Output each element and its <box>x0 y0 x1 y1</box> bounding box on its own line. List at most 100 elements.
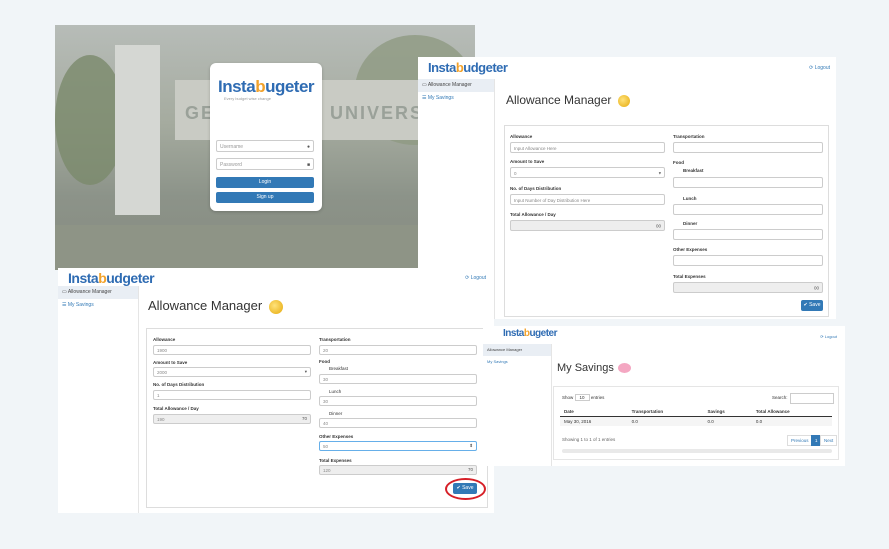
lunch-input[interactable]: 30 <box>319 396 477 406</box>
lunch-value: 30 <box>323 399 329 404</box>
transportation-input[interactable] <box>673 142 823 153</box>
username-placeholder: Username <box>220 144 244 150</box>
header-logo: Instabudgeter <box>68 270 155 286</box>
dinner-label: Dinner <box>329 411 343 416</box>
allowance-manager-filled-screenshot: Instabudgeter ⟳ Logout ▭ Allowance Manag… <box>58 268 494 513</box>
total-allowance-day-label: Total Allowance / Day <box>153 406 199 411</box>
table-info: Showing 1 to 1 of 1 entries <box>562 437 616 442</box>
password-placeholder: Password <box>220 162 242 168</box>
card-icon: ▭ <box>422 82 427 88</box>
savings-table-card: Show 10 entries Search: Date Transportat… <box>553 386 839 460</box>
amount-to-save-select[interactable]: 0 ▾ <box>510 167 665 178</box>
sidebar-item-my-savings[interactable]: ☰ My Savings <box>58 299 138 312</box>
login-card: Instabugeter Every budget wise change Us… <box>210 63 322 211</box>
dinner-label: Dinner <box>683 221 698 226</box>
header-logo: Instabugeter <box>503 328 558 339</box>
horizontal-scrollbar[interactable] <box>562 449 832 453</box>
allowance-form-card: Allowance Input Allowance Here Amount to… <box>504 125 829 317</box>
column-header-total-allowance[interactable]: Total Allowance <box>751 407 832 417</box>
days-distribution-label: No. of Days Distribution <box>153 382 205 387</box>
breakfast-label: Breakfast <box>683 168 704 173</box>
dinner-input[interactable]: 40 <box>319 418 477 428</box>
header-logo: Instabudgeter <box>428 60 508 75</box>
sidebar-item-allowance-manager[interactable]: ▭ Allowance Manager <box>58 286 138 299</box>
lunch-label: Lunch <box>683 196 697 201</box>
previous-page-button[interactable]: Previous <box>787 435 813 446</box>
dropdown-icon: ▾ <box>304 369 307 374</box>
total-allowance-day-field: 190 70 <box>153 414 311 424</box>
total-expenses-value: 120 <box>323 468 331 473</box>
logout-link[interactable]: ⟳ Logout <box>820 334 837 339</box>
my-savings-screenshot: Instabugeter ⟳ Logout Allowance Manager … <box>483 326 845 466</box>
allowance-label: Allowance <box>153 337 176 342</box>
piggy-bank-icon <box>617 363 631 374</box>
breakfast-input[interactable]: 30 <box>319 374 477 384</box>
breakfast-label: Breakfast <box>329 366 349 371</box>
total-allowance-day-value: 00 <box>655 223 661 228</box>
user-icon: ● <box>306 144 310 150</box>
other-expenses-input[interactable] <box>673 255 823 266</box>
column-header-transportation[interactable]: Transportation <box>627 407 704 417</box>
dinner-value: 40 <box>323 421 329 426</box>
sidebar-item-my-savings[interactable]: My Savings <box>483 356 551 368</box>
table-cell: 0.0 <box>751 416 832 426</box>
sidebar-item-label: Allowance Manager <box>487 347 523 352</box>
sidebar-item-allowance-manager[interactable]: Allowance Manager <box>483 344 551 356</box>
other-expenses-label: Other Expenses <box>673 247 708 252</box>
page-title-text: Allowance Manager <box>506 93 612 107</box>
amount-to-save-label: Amount to Save <box>153 360 188 365</box>
sidebar-item-label: Allowance Manager <box>67 289 112 295</box>
entries-label: entries <box>590 395 605 400</box>
logout-link[interactable]: ⟳ Logout <box>809 65 830 71</box>
transportation-value: 20 <box>323 348 329 353</box>
days-distribution-input[interactable]: 1 <box>153 390 311 400</box>
allowance-placeholder: Input Allowance Here <box>514 146 557 151</box>
coins-icon <box>617 94 630 107</box>
password-input[interactable]: Password ■ <box>216 158 314 170</box>
column-header-savings[interactable]: Savings <box>703 407 752 417</box>
breakfast-input[interactable] <box>673 177 823 188</box>
save-button[interactable]: ✔ Save <box>801 300 823 311</box>
amount-to-save-select[interactable]: 2000 ▾ <box>153 367 311 377</box>
search-input[interactable] <box>790 393 834 404</box>
lock-icon: ■ <box>306 162 310 168</box>
ground <box>55 225 475 270</box>
allowance-value: 1900 <box>157 348 168 353</box>
signup-button[interactable]: Sign up <box>216 192 314 203</box>
page-title: My Savings <box>557 362 631 374</box>
column-header-date[interactable]: Date <box>560 407 628 417</box>
days-distribution-input[interactable]: Input Number of Day Distribution Here <box>510 194 665 205</box>
page-title-text: My Savings <box>557 362 614 374</box>
total-expenses-field: 00 <box>673 282 823 293</box>
page-title: Allowance Manager <box>148 298 283 314</box>
dropdown-icon: ▾ <box>658 170 661 175</box>
card-icon: ▭ <box>62 289 67 295</box>
next-page-button[interactable]: Next <box>820 435 838 446</box>
table-row: May 30, 2016 0.0 0.0 0.0 <box>560 416 832 426</box>
amount-to-save-value: 2000 <box>157 370 168 375</box>
coins-icon <box>268 299 283 314</box>
spinner-icon[interactable]: ⬍ <box>469 441 473 451</box>
app-logo: Instabugeter <box>218 77 315 96</box>
username-input[interactable]: Username ● <box>216 140 314 152</box>
show-label: Show <box>562 395 574 400</box>
list-icon: ☰ <box>422 95 427 101</box>
allowance-label: Allowance <box>510 134 533 139</box>
transportation-input[interactable]: 20 <box>319 345 477 355</box>
search-label: Search: <box>772 395 788 400</box>
login-button[interactable]: Login <box>216 177 314 188</box>
logout-link[interactable]: ⟳ Logout <box>465 275 486 281</box>
table-cell: 0.0 <box>627 416 704 426</box>
sidebar-item-my-savings[interactable]: ☰ My Savings <box>418 92 494 105</box>
allowance-input[interactable]: Input Allowance Here <box>510 142 665 153</box>
sidebar-item-allowance-manager[interactable]: ▭ Allowance Manager <box>418 79 494 92</box>
days-distribution-value: 1 <box>157 393 160 398</box>
other-expenses-input[interactable]: 50 ⬍ <box>319 441 477 451</box>
dinner-input[interactable] <box>673 229 823 240</box>
lunch-input[interactable] <box>673 204 823 215</box>
allowance-input[interactable]: 1900 <box>153 345 311 355</box>
transportation-label: Transportation <box>319 337 351 342</box>
logo-tagline: Every budget wise change <box>224 96 271 101</box>
allowance-form-card: Allowance 1900 Amount to Save 2000 ▾ No. … <box>146 328 488 508</box>
entries-select[interactable]: 10 <box>574 394 590 401</box>
